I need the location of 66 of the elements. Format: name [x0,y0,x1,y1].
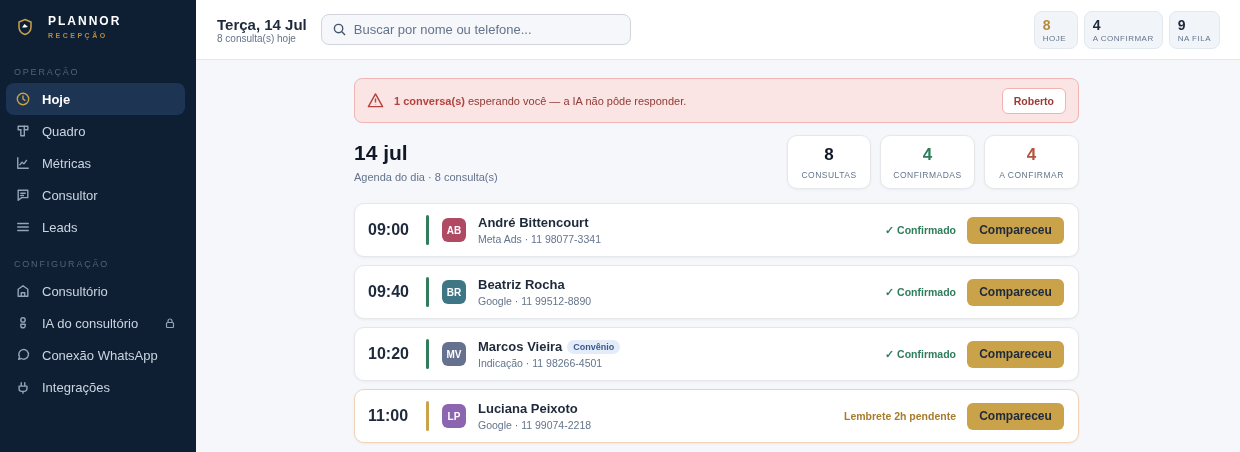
patient-name: André Bittencourt [478,215,589,230]
search-icon [332,23,346,36]
stat-label: CONFIRMADAS [893,169,962,180]
sidebar-item[interactable]: Conexão WhatsApp [6,339,185,371]
section-label: CONFIGURAÇÃO [13,259,111,269]
appointment-time: 09:00 [368,221,410,239]
avatar: BR [442,280,466,304]
stat-value: 4 [1092,16,1102,33]
status-label: ✓ Confirmado [885,224,956,236]
sidebar-item[interactable]: Métricas [6,147,185,179]
attended-button[interactable]: Compareceu [967,216,1064,244]
sidebar-item[interactable]: Integrações [6,371,185,403]
sidebar-item[interactable]: Leads [6,211,185,243]
clock-icon [16,92,30,106]
sidebar-item[interactable]: Quadro [6,115,185,147]
section-label: OPERAÇÃO [13,67,81,77]
status-label: Lembrete 2h pendente [843,410,956,422]
avatar: AB [442,218,466,242]
day-title: 14 jul [354,141,409,165]
status-label: ✓ Confirmado [885,286,956,298]
plug-icon [16,380,30,394]
page-subtitle: 8 consulta(s) hoje [217,32,297,44]
attended-button[interactable]: Compareceu [967,402,1064,430]
stat-value: 8 [1042,16,1052,33]
status-label: ✓ Confirmado [885,348,956,360]
speech-bubble-icon [16,348,30,362]
avatar: LP [442,404,466,428]
attended-button[interactable]: Compareceu [967,340,1064,368]
warning-icon [367,92,384,109]
chat-icon [16,188,30,202]
brand-name: PLANNOR [48,14,122,28]
patient-name: Marcos Vieira [478,339,563,354]
patient-detail: Google · 11 99512-8890 [478,295,592,307]
stat-value: 4 [922,144,933,165]
sidebar-item[interactable]: IA do consultório [6,307,185,339]
attended-button[interactable]: Compareceu [967,278,1064,306]
patient-detail: Meta Ads · 11 98077-3341 [478,233,601,245]
appointment-time: 09:40 [368,283,410,301]
insurance-tag: Convênio [567,339,621,354]
appointment-time: 10:20 [368,345,410,363]
stat-value: 4 [1026,144,1037,165]
page-title: Terça, 14 Jul [217,15,307,33]
sidebar-item[interactable]: Hoje [6,83,185,115]
logo-icon [16,17,34,36]
menu-icon [16,220,30,234]
stat-label: A CONFIRMAR [1092,33,1154,43]
patient-detail: Google · 11 99074-2218 [478,419,592,431]
stat-label: CONSULTAS [801,169,857,180]
search-field[interactable]: Buscar por nome ou telefone... [320,14,631,45]
building-icon [16,284,30,298]
assignee-button[interactable]: Roberto [1001,87,1066,114]
stat-value: 8 [824,144,834,165]
stat-value: 9 [1177,16,1187,33]
stat-label: NA FILA [1177,33,1211,43]
stat-label: A CONFIRMAR [999,169,1064,180]
patient-name: Luciana Peixoto [478,401,578,416]
patient-detail: Indicação · 11 98266-4501 [478,357,604,369]
stat-label: HOJE [1042,33,1067,43]
sidebar-item[interactable]: Consultor [6,179,185,211]
alert-message: 1 conversa(s) esperando você — a IA não pôde responder. [394,94,688,107]
day-subtitle: Agenda do dia · 8 consulta(s) [354,171,498,183]
line-chart-icon [16,156,30,170]
sidebar-item[interactable]: Consultório [6,275,185,307]
avatar: MV [442,342,466,366]
appointment-time: 11:00 [368,407,410,425]
patient-name: Beatriz Rocha [478,277,565,292]
